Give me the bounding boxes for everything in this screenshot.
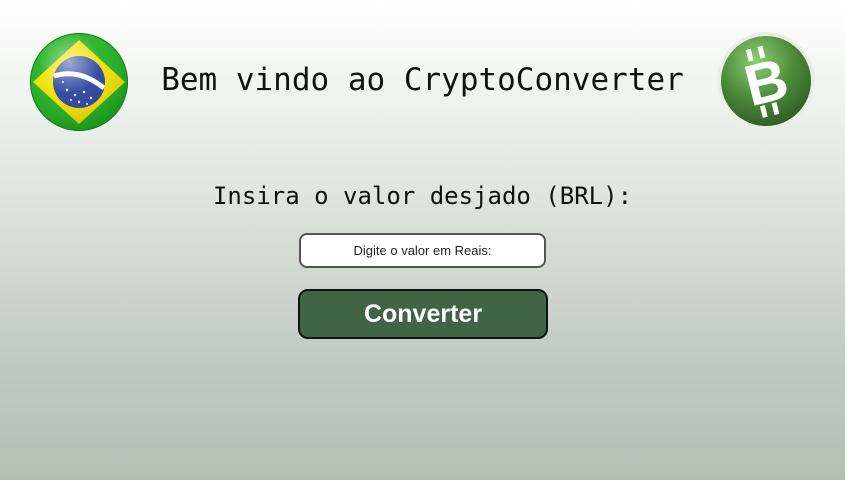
header: Bem vindo ao CryptoConverter B — [0, 0, 845, 160]
bitcoin-cash-icon: B — [717, 32, 815, 130]
amount-prompt: Insira o valor desjado (BRL): — [212, 182, 633, 210]
convert-button[interactable]: Converter — [298, 289, 548, 339]
amount-input[interactable] — [299, 233, 546, 268]
